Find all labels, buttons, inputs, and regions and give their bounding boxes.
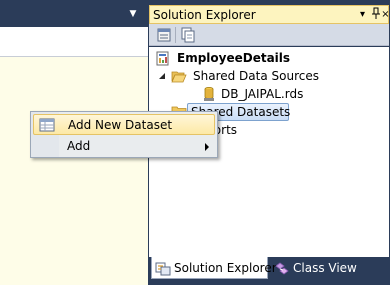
shared-data-sources-label: Shared Data Sources bbox=[193, 69, 319, 83]
menu-item-add-new-dataset[interactable]: Add New Dataset bbox=[33, 114, 215, 135]
report-project-icon bbox=[155, 50, 171, 66]
tab-solution-explorer-label: Solution Explorer bbox=[174, 261, 277, 275]
menu-item-label: Add New Dataset bbox=[68, 118, 173, 132]
editor-header bbox=[0, 27, 148, 57]
tab-dropdown-icon[interactable]: ▼ bbox=[127, 9, 139, 19]
data-source-icon bbox=[201, 86, 217, 102]
collapse-triangle-icon[interactable] bbox=[159, 73, 166, 80]
data-source-label: DB_JAIPAL.rds bbox=[221, 87, 304, 101]
menu-item-label: Add bbox=[67, 139, 91, 153]
panel-title: Solution Explorer bbox=[153, 8, 256, 22]
menu-item-add[interactable]: Add bbox=[33, 136, 215, 157]
show-all-files-icon[interactable] bbox=[179, 26, 197, 44]
class-view-icon bbox=[274, 260, 290, 276]
properties-icon[interactable] bbox=[155, 26, 173, 44]
tree-item-data-source[interactable]: DB_JAIPAL.rds bbox=[193, 85, 383, 103]
folder-open-icon bbox=[171, 68, 187, 84]
bottom-tab-strip: Solution Explorer Class View bbox=[149, 257, 389, 283]
context-menu: Add New Dataset Add bbox=[30, 111, 218, 158]
tab-solution-explorer[interactable]: Solution Explorer bbox=[151, 257, 277, 279]
tab-class-view-label: Class View bbox=[293, 261, 357, 275]
project-label: EmployeeDetails bbox=[177, 51, 291, 65]
solution-explorer-title-bar[interactable]: Solution Explorer ▾ × bbox=[149, 5, 390, 24]
window-position-icon[interactable]: ▾ bbox=[356, 7, 369, 22]
submenu-arrow-icon bbox=[205, 143, 209, 151]
tab-class-view[interactable]: Class View bbox=[271, 257, 361, 279]
editor-tab-bar: ▼ bbox=[0, 0, 148, 27]
editor-canvas[interactable] bbox=[0, 57, 148, 285]
solution-explorer-toolbar bbox=[149, 24, 389, 46]
solution-explorer-icon bbox=[155, 260, 171, 276]
close-icon[interactable]: × bbox=[379, 7, 390, 22]
dataset-icon bbox=[39, 118, 55, 133]
tree-item-shared-data-sources[interactable]: Shared Data Sources bbox=[157, 67, 357, 85]
tree-item-project[interactable]: EmployeeDetails bbox=[155, 49, 355, 67]
toolbar-separator bbox=[175, 27, 176, 43]
